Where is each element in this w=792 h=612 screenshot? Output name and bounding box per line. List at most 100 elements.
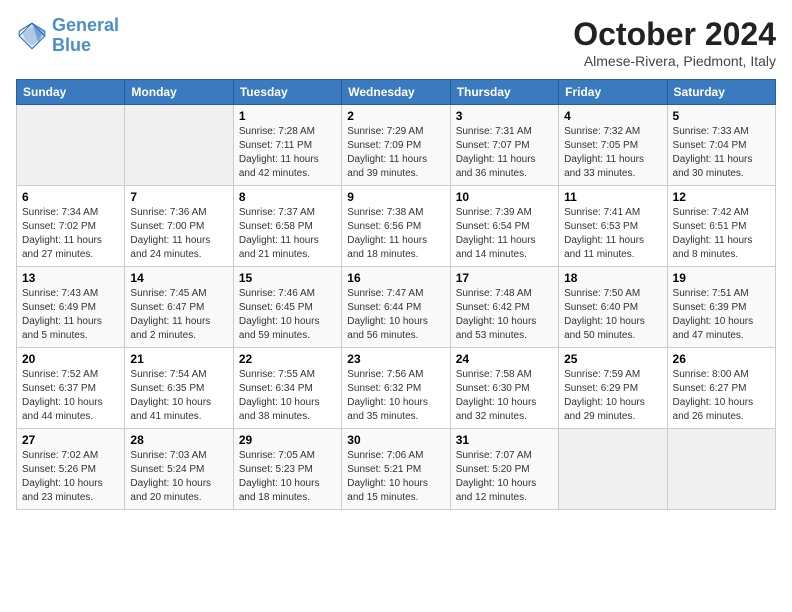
day-number: 2 <box>347 109 444 123</box>
day-number: 15 <box>239 271 336 285</box>
day-info: Sunrise: 7:02 AM Sunset: 5:26 PM Dayligh… <box>22 449 119 505</box>
day-info: Sunrise: 7:36 AM Sunset: 7:00 PM Dayligh… <box>130 206 227 262</box>
day-number: 30 <box>347 433 444 447</box>
day-info: Sunrise: 8:00 AM Sunset: 6:27 PM Dayligh… <box>673 368 770 424</box>
day-info: Sunrise: 7:42 AM Sunset: 6:51 PM Dayligh… <box>673 206 770 262</box>
day-number: 11 <box>564 190 661 204</box>
calendar-cell: 4 Sunrise: 7:32 AM Sunset: 7:05 PM Daylig… <box>559 105 667 186</box>
day-info: Sunrise: 7:58 AM Sunset: 6:30 PM Dayligh… <box>456 368 553 424</box>
day-number: 17 <box>456 271 553 285</box>
day-info: Sunrise: 7:33 AM Sunset: 7:04 PM Dayligh… <box>673 125 770 181</box>
calendar-cell: 5 Sunrise: 7:33 AM Sunset: 7:04 PM Daylig… <box>667 105 775 186</box>
calendar-cell: 8 Sunrise: 7:37 AM Sunset: 6:58 PM Daylig… <box>233 186 341 267</box>
day-number: 3 <box>456 109 553 123</box>
calendar-cell: 1 Sunrise: 7:28 AM Sunset: 7:11 PM Daylig… <box>233 105 341 186</box>
logo-text: General Blue <box>52 16 119 56</box>
calendar-cell: 21 Sunrise: 7:54 AM Sunset: 6:35 PM Dayli… <box>125 348 233 429</box>
calendar-cell: 30 Sunrise: 7:06 AM Sunset: 5:21 PM Dayli… <box>342 429 450 510</box>
calendar-cell: 6 Sunrise: 7:34 AM Sunset: 7:02 PM Daylig… <box>17 186 125 267</box>
day-info: Sunrise: 7:31 AM Sunset: 7:07 PM Dayligh… <box>456 125 553 181</box>
calendar-cell <box>17 105 125 186</box>
calendar-week-row: 6 Sunrise: 7:34 AM Sunset: 7:02 PM Daylig… <box>17 186 776 267</box>
day-number: 14 <box>130 271 227 285</box>
calendar-cell: 19 Sunrise: 7:51 AM Sunset: 6:39 PM Dayli… <box>667 267 775 348</box>
weekday-header-cell: Thursday <box>450 80 558 105</box>
calendar-cell: 18Sunrise: 7:50 AM Sunset: 6:40 PM Dayli… <box>559 267 667 348</box>
calendar-cell: 29 Sunrise: 7:05 AM Sunset: 5:23 PM Dayli… <box>233 429 341 510</box>
day-number: 19 <box>673 271 770 285</box>
calendar-cell <box>559 429 667 510</box>
calendar-cell: 9 Sunrise: 7:38 AM Sunset: 6:56 PM Daylig… <box>342 186 450 267</box>
day-info: Sunrise: 7:37 AM Sunset: 6:58 PM Dayligh… <box>239 206 336 262</box>
day-number: 9 <box>347 190 444 204</box>
day-number: 27 <box>22 433 119 447</box>
day-info: Sunrise: 7:46 AM Sunset: 6:45 PM Dayligh… <box>239 287 336 343</box>
day-number: 5 <box>673 109 770 123</box>
logo: General Blue <box>16 16 119 56</box>
calendar-cell: 27 Sunrise: 7:02 AM Sunset: 5:26 PM Dayli… <box>17 429 125 510</box>
day-info: Sunrise: 7:52 AM Sunset: 6:37 PM Dayligh… <box>22 368 119 424</box>
calendar-body: 1 Sunrise: 7:28 AM Sunset: 7:11 PM Daylig… <box>17 105 776 510</box>
calendar-week-row: 13Sunrise: 7:43 AM Sunset: 6:49 PM Dayli… <box>17 267 776 348</box>
day-number: 22 <box>239 352 336 366</box>
calendar-cell: 24 Sunrise: 7:58 AM Sunset: 6:30 PM Dayli… <box>450 348 558 429</box>
day-info: Sunrise: 7:34 AM Sunset: 7:02 PM Dayligh… <box>22 206 119 262</box>
day-number: 16 <box>347 271 444 285</box>
calendar-table: SundayMondayTuesdayWednesdayThursdayFrid… <box>16 79 776 510</box>
calendar-week-row: 27 Sunrise: 7:02 AM Sunset: 5:26 PM Dayli… <box>17 429 776 510</box>
logo-line2: Blue <box>52 35 91 55</box>
day-info: Sunrise: 7:56 AM Sunset: 6:32 PM Dayligh… <box>347 368 444 424</box>
day-info: Sunrise: 7:06 AM Sunset: 5:21 PM Dayligh… <box>347 449 444 505</box>
day-info: Sunrise: 7:43 AM Sunset: 6:49 PM Dayligh… <box>22 287 119 343</box>
day-number: 6 <box>22 190 119 204</box>
day-info: Sunrise: 7:55 AM Sunset: 6:34 PM Dayligh… <box>239 368 336 424</box>
calendar-week-row: 1 Sunrise: 7:28 AM Sunset: 7:11 PM Daylig… <box>17 105 776 186</box>
day-info: Sunrise: 7:32 AM Sunset: 7:05 PM Dayligh… <box>564 125 661 181</box>
calendar-cell: 31 Sunrise: 7:07 AM Sunset: 5:20 PM Dayli… <box>450 429 558 510</box>
weekday-header-cell: Saturday <box>667 80 775 105</box>
calendar-cell: 22 Sunrise: 7:55 AM Sunset: 6:34 PM Dayli… <box>233 348 341 429</box>
day-info: Sunrise: 7:41 AM Sunset: 6:53 PM Dayligh… <box>564 206 661 262</box>
day-number: 31 <box>456 433 553 447</box>
calendar-cell: 15 Sunrise: 7:46 AM Sunset: 6:45 PM Dayli… <box>233 267 341 348</box>
title-block: October 2024 Almese-Rivera, Piedmont, It… <box>573 16 776 69</box>
page-header: General Blue October 2024 Almese-Rivera,… <box>16 16 776 69</box>
logo-line1: General <box>52 15 119 35</box>
day-info: Sunrise: 7:51 AM Sunset: 6:39 PM Dayligh… <box>673 287 770 343</box>
logo-icon <box>16 20 48 52</box>
day-number: 8 <box>239 190 336 204</box>
day-info: Sunrise: 7:07 AM Sunset: 5:20 PM Dayligh… <box>456 449 553 505</box>
day-number: 21 <box>130 352 227 366</box>
day-info: Sunrise: 7:29 AM Sunset: 7:09 PM Dayligh… <box>347 125 444 181</box>
day-number: 25 <box>564 352 661 366</box>
calendar-cell: 2 Sunrise: 7:29 AM Sunset: 7:09 PM Daylig… <box>342 105 450 186</box>
calendar-cell: 14 Sunrise: 7:45 AM Sunset: 6:47 PM Dayli… <box>125 267 233 348</box>
day-number: 4 <box>564 109 661 123</box>
day-info: Sunrise: 7:05 AM Sunset: 5:23 PM Dayligh… <box>239 449 336 505</box>
weekday-header-row: SundayMondayTuesdayWednesdayThursdayFrid… <box>17 80 776 105</box>
day-info: Sunrise: 7:28 AM Sunset: 7:11 PM Dayligh… <box>239 125 336 181</box>
day-info: Sunrise: 7:50 AM Sunset: 6:40 PM Dayligh… <box>564 287 661 343</box>
day-number: 12 <box>673 190 770 204</box>
day-info: Sunrise: 7:45 AM Sunset: 6:47 PM Dayligh… <box>130 287 227 343</box>
calendar-cell: 3 Sunrise: 7:31 AM Sunset: 7:07 PM Daylig… <box>450 105 558 186</box>
day-number: 24 <box>456 352 553 366</box>
location: Almese-Rivera, Piedmont, Italy <box>573 53 776 69</box>
weekday-header-cell: Tuesday <box>233 80 341 105</box>
calendar-cell: 7Sunrise: 7:36 AM Sunset: 7:00 PM Daylig… <box>125 186 233 267</box>
day-number: 1 <box>239 109 336 123</box>
day-info: Sunrise: 7:59 AM Sunset: 6:29 PM Dayligh… <box>564 368 661 424</box>
calendar-week-row: 20Sunrise: 7:52 AM Sunset: 6:37 PM Dayli… <box>17 348 776 429</box>
calendar-cell: 12 Sunrise: 7:42 AM Sunset: 6:51 PM Dayli… <box>667 186 775 267</box>
calendar-cell: 10Sunrise: 7:39 AM Sunset: 6:54 PM Dayli… <box>450 186 558 267</box>
calendar-cell: 26 Sunrise: 8:00 AM Sunset: 6:27 PM Dayli… <box>667 348 775 429</box>
day-info: Sunrise: 7:03 AM Sunset: 5:24 PM Dayligh… <box>130 449 227 505</box>
day-number: 26 <box>673 352 770 366</box>
calendar-cell: 11 Sunrise: 7:41 AM Sunset: 6:53 PM Dayli… <box>559 186 667 267</box>
day-info: Sunrise: 7:47 AM Sunset: 6:44 PM Dayligh… <box>347 287 444 343</box>
day-info: Sunrise: 7:54 AM Sunset: 6:35 PM Dayligh… <box>130 368 227 424</box>
day-info: Sunrise: 7:38 AM Sunset: 6:56 PM Dayligh… <box>347 206 444 262</box>
day-number: 29 <box>239 433 336 447</box>
calendar-cell: 25 Sunrise: 7:59 AM Sunset: 6:29 PM Dayli… <box>559 348 667 429</box>
calendar-cell: 17Sunrise: 7:48 AM Sunset: 6:42 PM Dayli… <box>450 267 558 348</box>
